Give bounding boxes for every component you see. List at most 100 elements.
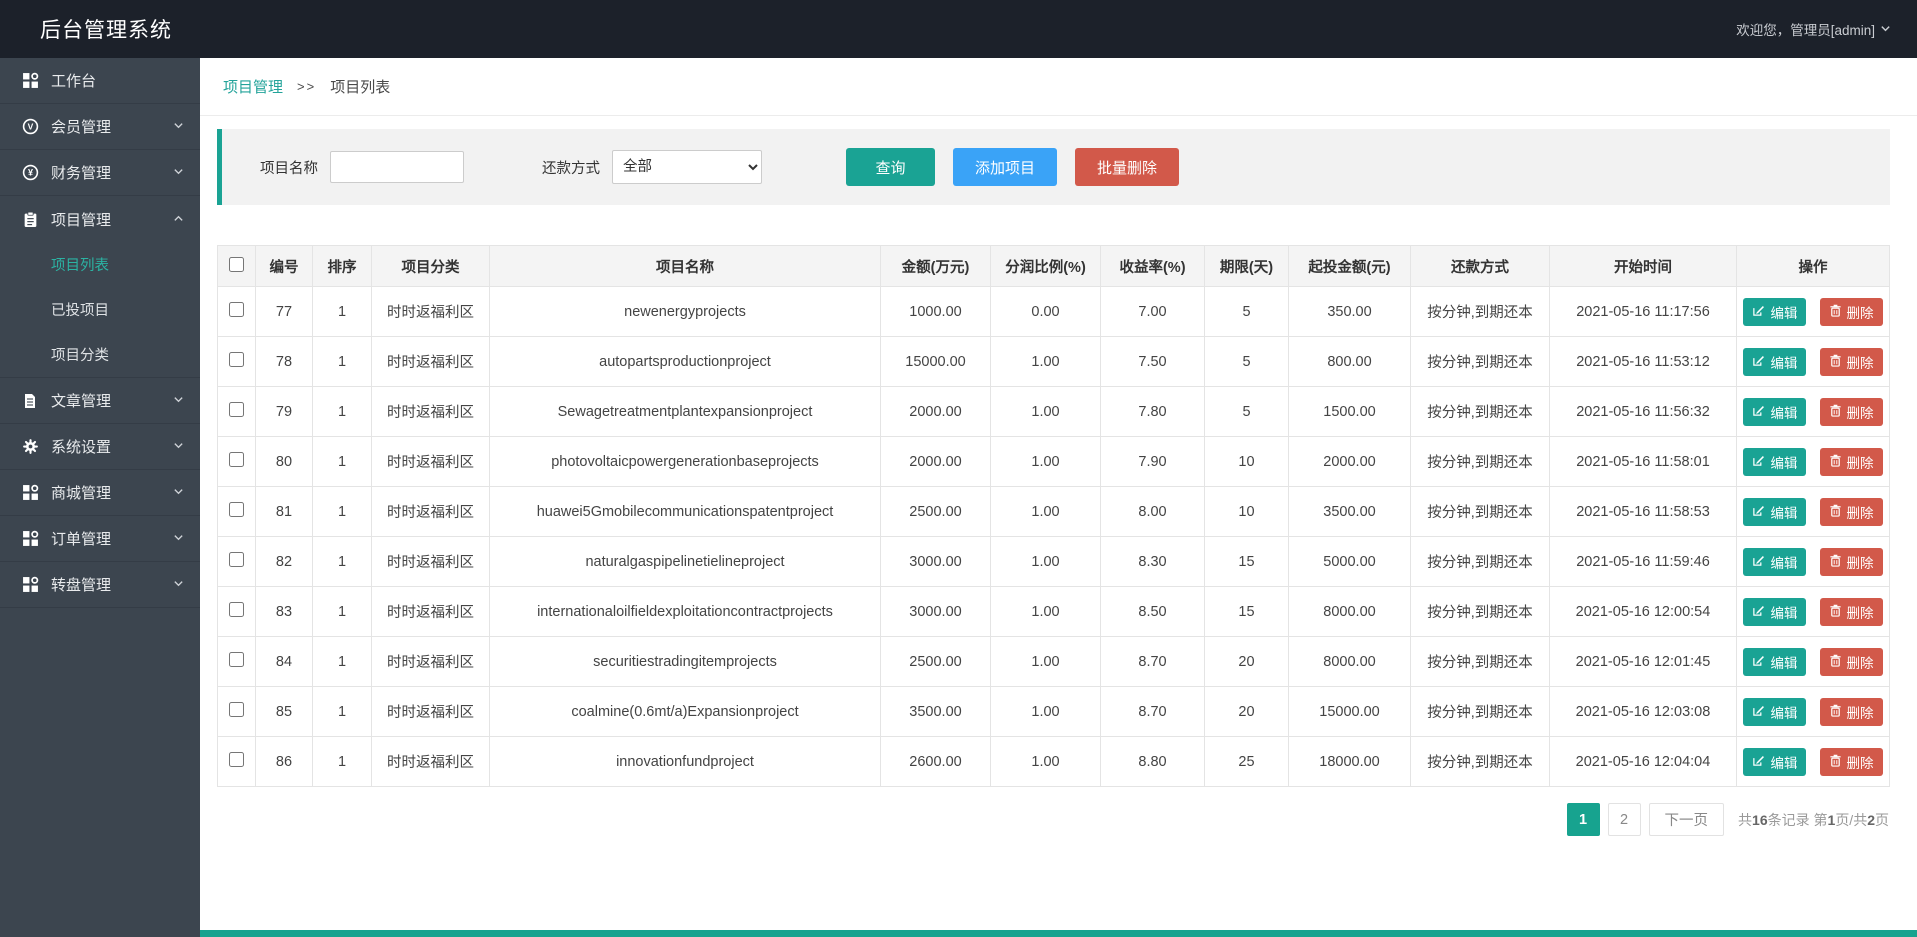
sidebar-item-mall[interactable]: 商城管理 xyxy=(0,470,200,516)
sidebar-item-orders[interactable]: 订单管理 xyxy=(0,516,200,562)
page-button-2[interactable]: 2 xyxy=(1607,803,1641,836)
delete-button[interactable]: 删除 xyxy=(1819,447,1883,476)
breadcrumb: 项目管理 >> 项目列表 xyxy=(200,58,1917,116)
delete-button[interactable]: 删除 xyxy=(1819,397,1883,426)
sidebar-item-settings[interactable]: 系统设置 xyxy=(0,424,200,470)
header-name: 项目名称 xyxy=(489,245,881,287)
cell-id: 78 xyxy=(255,336,313,387)
header-actions: 操作 xyxy=(1736,245,1890,287)
search-button[interactable]: 查询 xyxy=(846,148,935,186)
header-rate: 收益率(%) xyxy=(1100,245,1205,287)
header-days: 期限(天) xyxy=(1204,245,1289,287)
header-start-time: 开始时间 xyxy=(1549,245,1737,287)
delete-button[interactable]: 删除 xyxy=(1819,547,1883,576)
next-page-button[interactable]: 下一页 xyxy=(1648,803,1725,836)
edit-button[interactable]: 编辑 xyxy=(1743,547,1807,576)
cell-share: 1.00 xyxy=(990,386,1101,437)
delete-button[interactable]: 删除 xyxy=(1819,697,1883,726)
row-checkbox[interactable] xyxy=(229,702,244,717)
edit-button[interactable]: 编辑 xyxy=(1743,497,1807,526)
cell-rate: 7.50 xyxy=(1100,336,1205,387)
sidebar-subitem-project-list[interactable]: 项目列表 xyxy=(0,242,200,287)
pagination: 1 2 下一页 共16条记录 第1页/共2页 xyxy=(217,803,1889,836)
row-checkbox[interactable] xyxy=(229,452,244,467)
chevron-down-icon xyxy=(173,484,184,501)
delete-button-label: 删除 xyxy=(1846,655,1874,671)
cell-repay: 按分钟,到期还本 xyxy=(1410,536,1550,587)
bulk-delete-button[interactable]: 批量删除 xyxy=(1075,148,1180,186)
edit-icon xyxy=(1752,454,1765,470)
delete-button[interactable]: 删除 xyxy=(1819,597,1883,626)
row-checkbox[interactable] xyxy=(229,652,244,667)
cell-sort: 1 xyxy=(312,636,372,687)
delete-button[interactable]: 删除 xyxy=(1819,747,1883,776)
sidebar-item-projects[interactable]: 项目管理 xyxy=(0,196,200,242)
cell-min-invest: 8000.00 xyxy=(1288,586,1411,637)
delete-button[interactable]: 删除 xyxy=(1819,297,1883,326)
edit-button[interactable]: 编辑 xyxy=(1743,597,1807,626)
row-checkbox[interactable] xyxy=(229,502,244,517)
page-button-1[interactable]: 1 xyxy=(1566,803,1600,836)
sidebar-subitem-invested-projects[interactable]: 已投项目 xyxy=(0,287,200,332)
cell-category: 时时返福利区 xyxy=(371,386,490,437)
cell-repay: 按分钟,到期还本 xyxy=(1410,336,1550,387)
delete-button[interactable]: 删除 xyxy=(1819,647,1883,676)
sidebar-item-finance[interactable]: ¥ 财务管理 xyxy=(0,150,200,196)
edit-button[interactable]: 编辑 xyxy=(1743,397,1807,426)
breadcrumb-separator: >> xyxy=(297,79,317,94)
edit-button-label: 编辑 xyxy=(1770,405,1798,421)
sidebar-item-wheel[interactable]: 转盘管理 xyxy=(0,562,200,608)
trash-icon xyxy=(1829,404,1842,420)
sidebar-item-label: 会员管理 xyxy=(51,119,112,136)
cell-id: 77 xyxy=(255,286,313,337)
summary-total-pages: 2 xyxy=(1867,811,1875,828)
user-menu[interactable]: 欢迎您，管理员[admin] xyxy=(1736,19,1891,39)
row-checkbox[interactable] xyxy=(229,602,244,617)
select-all-checkbox[interactable] xyxy=(229,256,244,272)
repay-method-select[interactable]: 全部 xyxy=(612,150,762,184)
cell-id: 79 xyxy=(255,386,313,437)
cell-amount: 2500.00 xyxy=(880,636,991,687)
sidebar-item-label: 系统设置 xyxy=(51,439,112,456)
row-checkbox[interactable] xyxy=(229,352,244,367)
cell-category: 时时返福利区 xyxy=(371,536,490,587)
clipboard-icon xyxy=(22,211,39,228)
breadcrumb-section[interactable]: 项目管理 xyxy=(223,76,283,97)
cell-category: 时时返福利区 xyxy=(371,436,490,487)
cell-amount: 3000.00 xyxy=(880,586,991,637)
delete-button[interactable]: 删除 xyxy=(1819,347,1883,376)
edit-button-label: 编辑 xyxy=(1770,505,1798,521)
chevron-down-icon xyxy=(173,576,184,593)
sidebar-item-articles[interactable]: 文章管理 xyxy=(0,378,200,424)
edit-button[interactable]: 编辑 xyxy=(1743,297,1807,326)
row-checkbox[interactable] xyxy=(229,402,244,417)
table-row: 83 1 时时返福利区 internationaloilfieldexploit… xyxy=(217,586,1890,637)
edit-button[interactable]: 编辑 xyxy=(1743,447,1807,476)
grid-icon xyxy=(22,72,39,89)
sidebar-item-workbench[interactable]: 工作台 xyxy=(0,58,200,104)
delete-button[interactable]: 删除 xyxy=(1819,497,1883,526)
cell-category: 时时返福利区 xyxy=(371,636,490,687)
delete-button-label: 删除 xyxy=(1846,355,1874,371)
cell-amount: 3500.00 xyxy=(880,686,991,737)
row-checkbox[interactable] xyxy=(229,302,244,317)
delete-button-label: 删除 xyxy=(1846,705,1874,721)
edit-button[interactable]: 编辑 xyxy=(1743,697,1807,726)
cell-category: 时时返福利区 xyxy=(371,336,490,387)
cell-amount: 15000.00 xyxy=(880,336,991,387)
svg-text:¥: ¥ xyxy=(28,168,33,178)
sidebar-subitem-project-categories[interactable]: 项目分类 xyxy=(0,332,200,377)
edit-button-label: 编辑 xyxy=(1770,655,1798,671)
cell-amount: 2500.00 xyxy=(880,486,991,537)
row-checkbox[interactable] xyxy=(229,752,244,767)
sidebar-item-label: 转盘管理 xyxy=(51,577,112,594)
edit-button[interactable]: 编辑 xyxy=(1743,647,1807,676)
add-project-button[interactable]: 添加项目 xyxy=(953,148,1058,186)
main-content: 项目管理 >> 项目列表 项目名称 还款方式 全部 查询 添加项目 批量删除 编… xyxy=(200,58,1917,937)
edit-button[interactable]: 编辑 xyxy=(1743,747,1807,776)
sidebar-item-members[interactable]: V 会员管理 xyxy=(0,104,200,150)
cell-share: 1.00 xyxy=(990,586,1101,637)
row-checkbox[interactable] xyxy=(229,552,244,567)
edit-button[interactable]: 编辑 xyxy=(1743,347,1807,376)
project-name-input[interactable] xyxy=(330,151,464,183)
